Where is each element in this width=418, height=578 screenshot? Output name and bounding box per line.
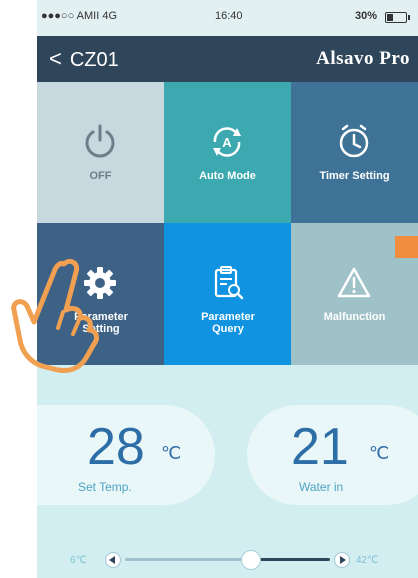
hand-pointer-icon	[11, 258, 99, 373]
svg-text:A: A	[222, 135, 232, 150]
battery-icon	[385, 12, 410, 23]
arrow-left-icon	[109, 556, 115, 564]
set-temp-label: Set Temp.	[78, 480, 132, 494]
slider-fill-low	[125, 558, 251, 561]
arrow-right-icon	[340, 556, 346, 564]
status-bar: ●●●○○ AMII 4G 16:40 30%	[37, 0, 418, 36]
off-button[interactable]: OFF	[37, 82, 164, 223]
slider-max-label: 42℃	[356, 555, 379, 566]
set-temp-value: 28	[87, 418, 145, 476]
set-temp-unit: ℃	[161, 443, 182, 463]
timer-setting-button[interactable]: Timer Setting	[291, 82, 418, 223]
nav-header: < CZ01 Alsavo Pro	[37, 36, 418, 82]
parameter-query-label: Parameter Query	[201, 311, 255, 335]
slider-thumb[interactable]	[241, 550, 262, 570]
set-temp-card: 28 ℃ Set Temp.	[37, 405, 215, 505]
slider-fill-high	[258, 558, 330, 561]
water-in-value: 21	[291, 418, 349, 476]
device-name: CZ01	[69, 49, 119, 71]
orange-marker	[395, 236, 418, 258]
brand-title: Alsavo Pro	[316, 48, 410, 69]
status-time: 16:40	[215, 10, 243, 22]
timer-setting-label: Timer Setting	[319, 170, 390, 182]
auto-mode-button[interactable]: A Auto Mode	[164, 82, 291, 223]
off-label: OFF	[89, 170, 112, 182]
back-button[interactable]: < CZ01	[49, 46, 119, 72]
water-in-label: Water in	[299, 480, 344, 494]
chevron-left-icon: <	[49, 46, 62, 71]
battery-percent: 30%	[355, 10, 378, 22]
clock-icon	[339, 124, 369, 158]
increase-temp-button[interactable]	[334, 552, 350, 568]
slider-min-label: 6℃	[70, 555, 87, 566]
slider-track[interactable]	[125, 558, 330, 561]
decrease-temp-button[interactable]	[105, 552, 121, 568]
warning-icon	[337, 267, 371, 298]
auto-mode-icon: A	[213, 127, 241, 157]
parameter-query-button[interactable]: Parameter Query	[164, 223, 291, 365]
water-in-card: 21 ℃ Water in	[247, 405, 418, 505]
water-in-unit: ℃	[369, 443, 390, 463]
power-icon	[85, 124, 115, 158]
clipboard-search-icon	[214, 266, 244, 300]
malfunction-label: Malfunction	[323, 311, 386, 323]
temperature-slider: 6℃ 42℃	[37, 540, 418, 570]
carrier-signal: ●●●○○ AMII 4G	[41, 10, 118, 22]
auto-mode-label: Auto Mode	[199, 170, 256, 182]
